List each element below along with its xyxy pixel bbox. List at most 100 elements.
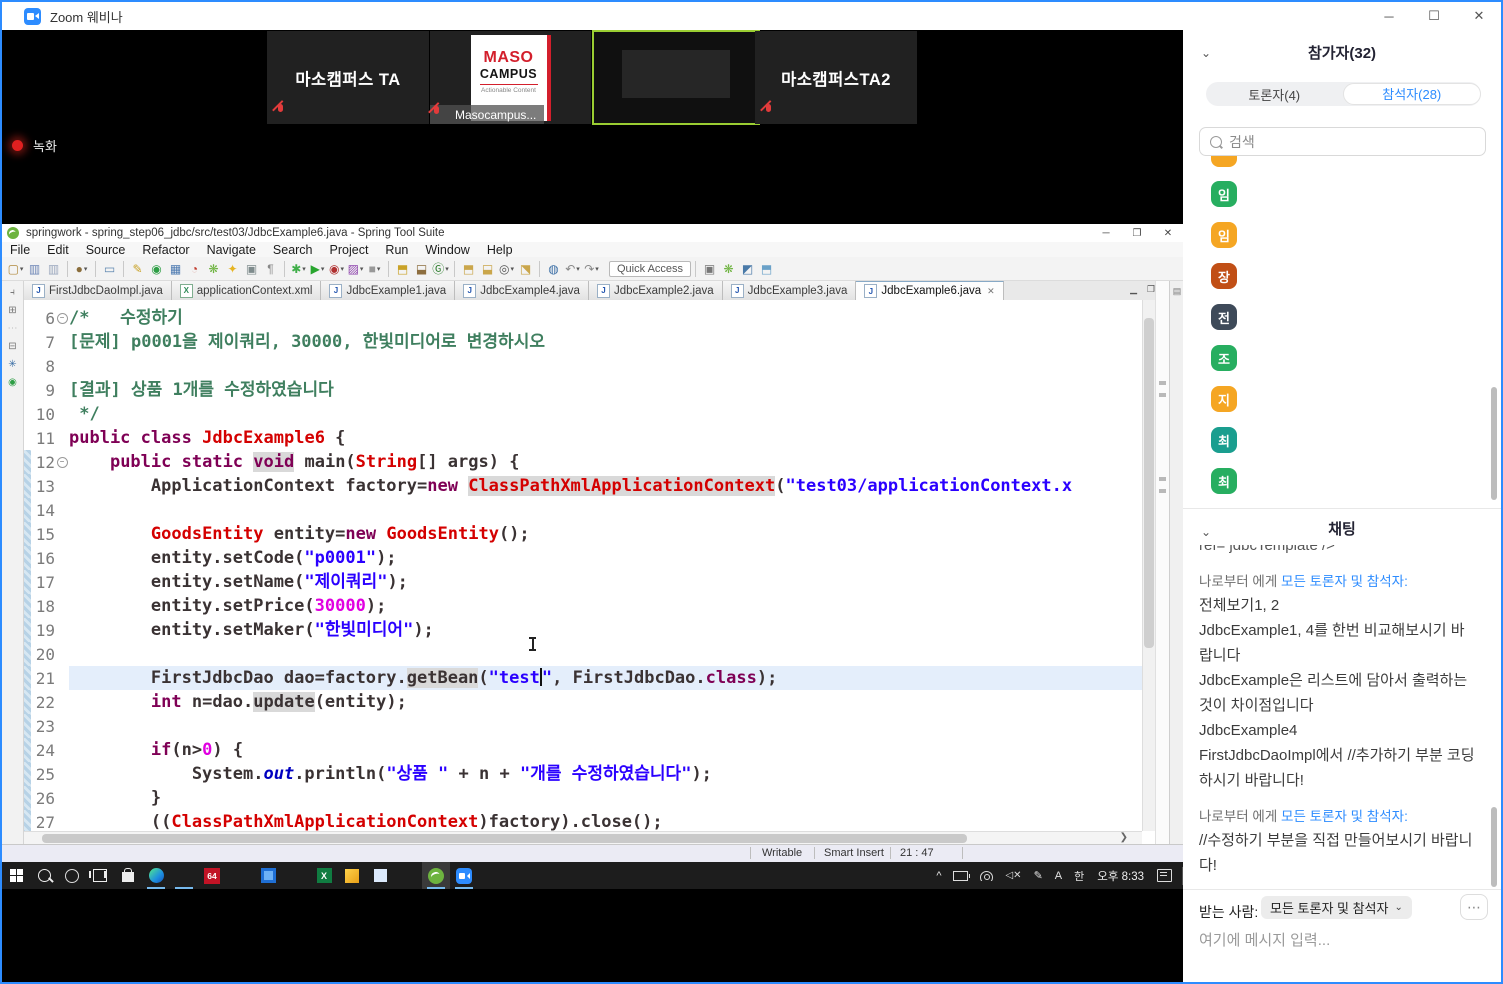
- editor-tab[interactable]: J JdbcExample3.java: [722, 281, 857, 300]
- package-explorer-icon[interactable]: ⫞: [10, 287, 15, 298]
- editor-tab[interactable]: J JdbcExample2.java: [588, 281, 723, 300]
- spring-leaf-icon[interactable]: ❋: [205, 260, 222, 277]
- pen-icon[interactable]: ✎: [1034, 869, 1043, 882]
- chat-message-list[interactable]: ref= jdbcTemplate /> 나로부터 에게 모든 토론자 및 참석자…: [1199, 545, 1475, 889]
- participant-row[interactable]: 지: [1183, 386, 1501, 427]
- menu-refactor[interactable]: Refactor: [142, 243, 189, 257]
- maximize-button[interactable]: ☐: [1412, 2, 1456, 30]
- menu-run[interactable]: Run: [385, 243, 408, 257]
- store-taskbar-icon[interactable]: [114, 862, 142, 889]
- menu-window[interactable]: Window: [425, 243, 469, 257]
- search-taskbar-icon[interactable]: [30, 862, 58, 889]
- outline-icon[interactable]: ⊟: [8, 341, 16, 352]
- quick-access-box[interactable]: Quick Access: [609, 260, 692, 277]
- code-editor[interactable]: 6−/* 수정하기 7 [문제] p0001을 제이쿼리, 30000, 한빛미디어…: [24, 300, 1142, 831]
- search-icon[interactable]: ◎ ▾: [498, 260, 515, 277]
- collapsed-view-bar[interactable]: ⫞ ⊞ ⋯ ⊟ ✳ ◉: [2, 281, 24, 845]
- java-perspective-icon[interactable]: ❋: [720, 260, 737, 277]
- save-icon[interactable]: ▥: [26, 260, 43, 277]
- editor-tab[interactable]: J FirstJdbcDaoImpl.java: [24, 281, 172, 300]
- participant-row[interactable]: [1183, 156, 1501, 181]
- new-java-project-icon[interactable]: ⬒: [394, 260, 411, 277]
- keepass-taskbar-icon[interactable]: [282, 862, 310, 889]
- back-icon[interactable]: ↶ ▾: [564, 260, 581, 277]
- participants-scrollbar-thumb[interactable]: [1491, 387, 1497, 500]
- highlight-icon[interactable]: ✦: [224, 260, 241, 277]
- open-folder-icon[interactable]: ⬓: [479, 260, 496, 277]
- participant-search-input[interactable]: 검색: [1199, 127, 1486, 156]
- hancom-taskbar-icon[interactable]: [338, 862, 366, 889]
- photos-taskbar-icon[interactable]: [254, 862, 282, 889]
- fold-collapse-icon[interactable]: −: [55, 456, 69, 468]
- type-hierarchy-icon[interactable]: ⊞: [8, 305, 16, 316]
- recipient-selector[interactable]: 모든 토론자 및 참석자 ⌄: [1261, 896, 1412, 919]
- collapsed-right-bar[interactable]: ▤: [1169, 281, 1184, 845]
- participant-row[interactable]: 장: [1183, 263, 1501, 304]
- last-edit-location-icon[interactable]: ◍: [545, 260, 562, 277]
- notification-center-icon[interactable]: [1157, 869, 1172, 882]
- tab-close-icon[interactable]: ✕: [987, 286, 995, 297]
- pin-editor-icon[interactable]: ▣: [701, 260, 718, 277]
- n64-taskbar-icon[interactable]: 64: [198, 862, 226, 889]
- new-class-icon[interactable]: Ⓖ ▾: [432, 260, 449, 277]
- menu-file[interactable]: File: [10, 243, 30, 257]
- fold-collapse-icon[interactable]: −: [55, 312, 69, 324]
- open-resource-icon[interactable]: ⬒: [460, 260, 477, 277]
- external-tools-icon[interactable]: ■ ▾: [366, 260, 383, 277]
- annotate-icon[interactable]: ⬔: [517, 260, 534, 277]
- wifi-icon[interactable]: [980, 870, 994, 881]
- eclipse-restore-button[interactable]: ❐: [1122, 224, 1152, 242]
- spring-explorer-icon[interactable]: ✳: [8, 359, 16, 370]
- user-icon[interactable]: ● ▾: [73, 260, 90, 277]
- restore-view-icon[interactable]: ▤: [1173, 286, 1182, 296]
- profile-icon[interactable]: ◉ ▾: [328, 260, 345, 277]
- occurrence-marker[interactable]: [1159, 393, 1166, 397]
- edge-taskbar-icon[interactable]: [142, 862, 170, 889]
- new-package-icon[interactable]: ⬓: [413, 260, 430, 277]
- participant-row[interactable]: 최: [1183, 468, 1501, 508]
- scrollbar-thumb[interactable]: [42, 834, 967, 843]
- close-button[interactable]: ✕: [1457, 2, 1501, 30]
- participant-row[interactable]: 최: [1183, 427, 1501, 468]
- run-icon[interactable]: ▶ ▾: [309, 260, 326, 277]
- notes-taskbar-icon[interactable]: [366, 862, 394, 889]
- chat-more-button[interactable]: ⋯: [1460, 894, 1488, 920]
- menu-navigate[interactable]: Navigate: [207, 243, 256, 257]
- menu-project[interactable]: Project: [330, 243, 369, 257]
- cortana-taskbar-icon[interactable]: [58, 862, 86, 889]
- minimize-button[interactable]: ─: [1367, 2, 1411, 30]
- participant-list[interactable]: 임임장전조지최최: [1183, 156, 1501, 508]
- start-taskbar-icon[interactable]: [2, 862, 30, 889]
- open-type-icon[interactable]: ▣: [243, 260, 260, 277]
- scroll-right-arrow[interactable]: ❯: [1120, 832, 1128, 843]
- video-thumbnail[interactable]: MASO CAMPUS Actionable Content Masocampus..…: [430, 31, 591, 124]
- save-all-icon[interactable]: ▥: [45, 260, 62, 277]
- editor-tab[interactable]: XapplicationContext.xml: [171, 281, 322, 300]
- spring-taskbar-icon[interactable]: [422, 862, 450, 889]
- occurrence-marker[interactable]: [1159, 489, 1166, 493]
- menu-help[interactable]: Help: [487, 243, 513, 257]
- spring-boot-dashboard-icon[interactable]: ◉: [148, 260, 165, 277]
- editor-taskbar-icon[interactable]: [394, 862, 422, 889]
- editor-vertical-scrollbar[interactable]: [1142, 300, 1156, 831]
- mark-occurrences-icon[interactable]: ✎: [129, 260, 146, 277]
- editor-tab[interactable]: J JdbcExample1.java: [321, 281, 456, 300]
- video-thumbnail[interactable]: [592, 30, 760, 125]
- participant-row[interactable]: 임: [1183, 181, 1501, 222]
- menu-search[interactable]: Search: [273, 243, 313, 257]
- tab-attendees[interactable]: 참석자(28): [1342, 83, 1481, 105]
- volume-muted-icon[interactable]: ◁✕: [1005, 870, 1021, 881]
- explorer-taskbar-icon[interactable]: [170, 862, 198, 889]
- tab-panelists[interactable]: 토론자(4): [1206, 85, 1343, 104]
- spring-perspective-icon[interactable]: ◩: [739, 260, 756, 277]
- remote-systems-icon[interactable]: ▭: [101, 260, 118, 277]
- participant-row[interactable]: 조: [1183, 345, 1501, 386]
- editor-minimize-icon[interactable]: ▁: [1130, 284, 1137, 295]
- scrollbar-thumb[interactable]: [1144, 318, 1154, 648]
- menu-edit[interactable]: Edit: [47, 243, 69, 257]
- editor-tab[interactable]: J JdbcExample6.java ✕: [856, 281, 1004, 300]
- settings-taskbar-icon[interactable]: [226, 862, 254, 889]
- eclipse-close-button[interactable]: ✕: [1153, 224, 1183, 242]
- debug-icon[interactable]: ✱ ▾: [290, 260, 307, 277]
- occurrence-marker[interactable]: [1159, 381, 1166, 385]
